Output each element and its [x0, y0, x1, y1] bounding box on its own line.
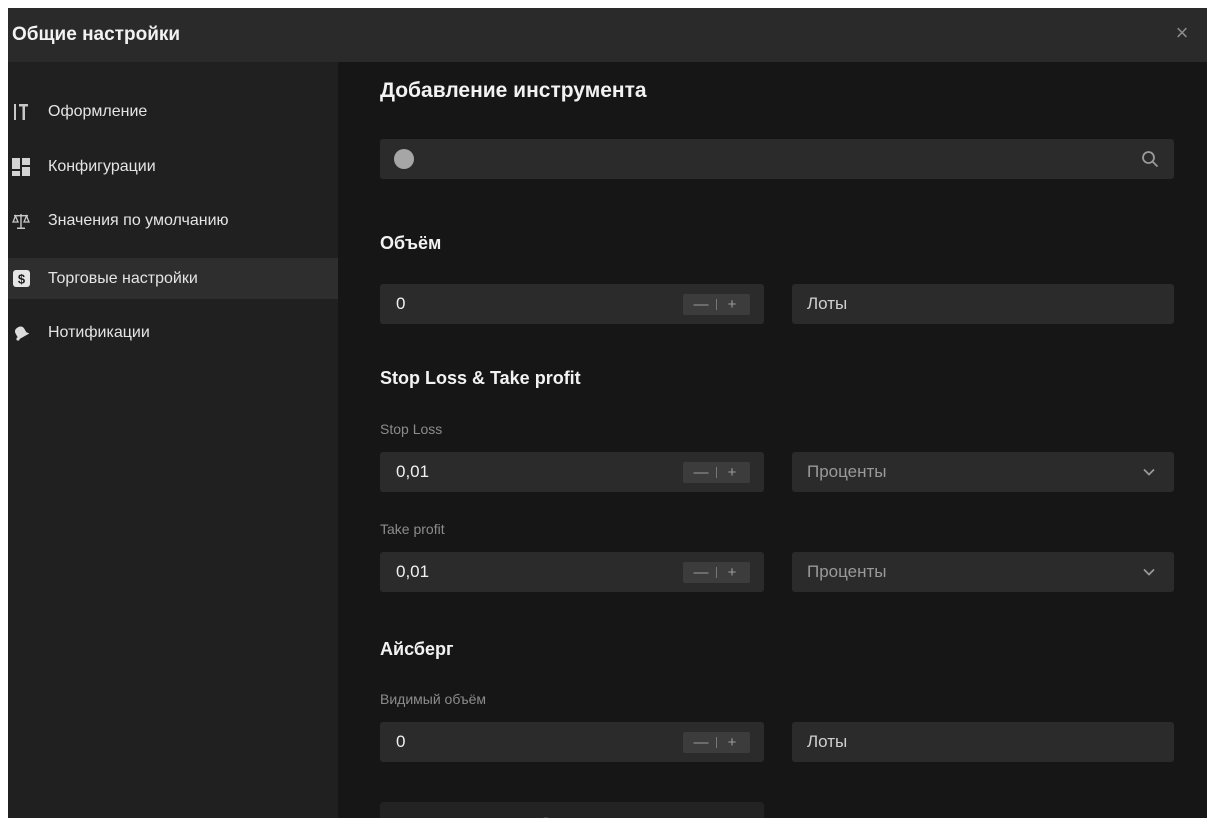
volume-value: 0 — [396, 294, 406, 313]
section-title-iceberg: Айсберг — [380, 639, 454, 659]
section-title-sl-tp: Stop Loss & Take profit — [380, 368, 581, 388]
decrement-button[interactable]: — — [690, 564, 712, 581]
save-button[interactable]: ✓ Сохранить — [380, 802, 764, 818]
take-profit-unit-select[interactable]: Проценты — [792, 552, 1174, 592]
bell-icon — [12, 324, 30, 342]
volume-stepper[interactable]: — + — [683, 294, 750, 315]
stepper-divider — [716, 467, 717, 478]
visible-volume-label: Видимый объём — [380, 691, 487, 707]
volume-input[interactable]: 0 — + — [380, 284, 764, 324]
sidebar-item-configurations[interactable]: Конфигурации — [8, 146, 338, 187]
visible-volume-input[interactable]: 0 — + — [380, 722, 764, 762]
increment-button[interactable]: + — [721, 464, 743, 481]
sidebar-item-label: Конфигурации — [48, 157, 156, 175]
visible-volume-unit-field[interactable]: Лоты — [792, 722, 1174, 762]
settings-window: Общие настройки × Оформление Конфигураци… — [8, 8, 1207, 818]
sidebar-item-label: Торговые настройки — [48, 269, 198, 287]
take-profit-stepper[interactable]: — + — [683, 562, 750, 583]
trading-settings-panel: Добавление инструмента Объём 0 — + Лоты … — [338, 62, 1207, 818]
sidebar-item-appearance[interactable]: Оформление — [8, 91, 338, 132]
stop-loss-input[interactable]: 0,01 — + — [380, 452, 764, 492]
visible-volume-stepper[interactable]: — + — [683, 732, 750, 753]
increment-button[interactable]: + — [721, 564, 743, 581]
chevron-down-icon — [1142, 565, 1156, 579]
window-title: Общие настройки — [12, 24, 181, 45]
stop-loss-value: 0,01 — [396, 462, 430, 481]
dollar-icon: $ — [12, 270, 30, 288]
decrement-button[interactable]: — — [690, 734, 712, 751]
instrument-search-input[interactable] — [380, 139, 1174, 179]
svg-text:$: $ — [17, 272, 25, 287]
sidebar-item-trading-settings[interactable]: $ Торговые настройки — [8, 258, 338, 299]
sidebar-item-label: Значения по умолчанию — [48, 211, 229, 229]
visible-volume-unit-value: Лоты — [807, 732, 848, 751]
volume-unit-field[interactable]: Лоты — [792, 284, 1174, 324]
title-bar: Общие настройки × — [8, 8, 1207, 62]
sidebar: Оформление Конфигурации Значения по умол… — [8, 62, 338, 818]
sidebar-item-defaults[interactable]: Значения по умолчанию — [8, 200, 338, 241]
decrement-button[interactable]: — — [690, 296, 712, 313]
take-profit-value: 0,01 — [396, 562, 430, 581]
section-title-volume: Объём — [380, 233, 442, 253]
section-title-add-instrument: Добавление инструмента — [380, 79, 647, 102]
stepper-divider — [716, 567, 717, 578]
close-icon[interactable]: × — [1171, 22, 1193, 44]
text-height-icon — [12, 103, 30, 121]
increment-button[interactable]: + — [721, 296, 743, 313]
stop-loss-unit-select[interactable]: Проценты — [792, 452, 1174, 492]
increment-button[interactable]: + — [721, 734, 743, 751]
sidebar-item-notifications[interactable]: Нотификации — [8, 312, 338, 353]
instrument-color-dot — [394, 149, 414, 169]
stepper-divider — [716, 299, 717, 310]
stop-loss-stepper[interactable]: — + — [683, 462, 750, 483]
scales-icon — [12, 212, 30, 230]
stepper-divider — [716, 737, 717, 748]
chevron-down-icon — [1142, 465, 1156, 479]
layout-grid-icon — [12, 157, 30, 176]
visible-volume-value: 0 — [396, 732, 406, 751]
take-profit-label: Take profit — [380, 521, 445, 537]
stop-loss-unit-value: Проценты — [807, 462, 887, 481]
stop-loss-label: Stop Loss — [380, 421, 443, 437]
take-profit-unit-value: Проценты — [807, 562, 887, 581]
take-profit-input[interactable]: 0,01 — + — [380, 552, 764, 592]
search-icon[interactable] — [1140, 149, 1160, 169]
volume-unit-value: Лоты — [807, 294, 848, 313]
sidebar-item-label: Нотификации — [48, 323, 150, 341]
decrement-button[interactable]: — — [690, 464, 712, 481]
sidebar-item-label: Оформление — [48, 102, 148, 120]
